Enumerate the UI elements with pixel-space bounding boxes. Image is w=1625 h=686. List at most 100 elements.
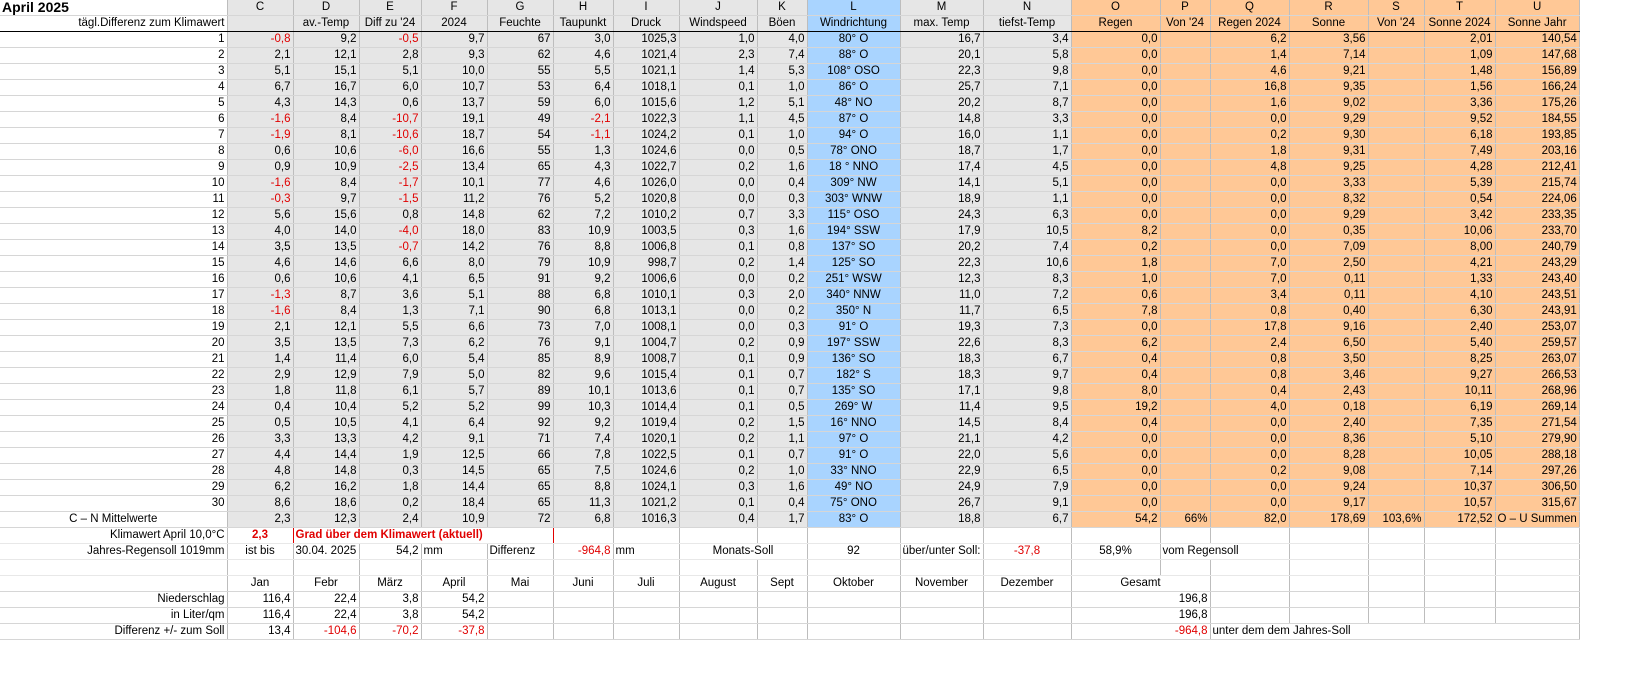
data-cell[interactable]: 1,5 — [757, 415, 808, 432]
data-cell[interactable]: 1004,7 — [613, 335, 680, 352]
mean-value[interactable]: 82,0 — [1210, 511, 1290, 528]
data-cell[interactable]: 91° O — [807, 319, 901, 336]
data-cell[interactable]: 1003,5 — [613, 223, 680, 240]
data-cell[interactable]: 16,6 — [421, 143, 488, 160]
empty-cell[interactable] — [1495, 527, 1580, 544]
regen-bis[interactable]: ist bis — [227, 543, 294, 560]
empty-cell[interactable] — [613, 527, 680, 544]
data-cell[interactable]: 2,8 — [359, 47, 422, 64]
day-number[interactable]: 7 — [0, 127, 228, 144]
liter-label[interactable]: in Liter/qm — [0, 607, 228, 624]
data-cell[interactable] — [1160, 271, 1211, 288]
data-cell[interactable]: 197° SSW — [807, 335, 901, 352]
empty-cell[interactable] — [613, 623, 680, 640]
data-cell[interactable]: 0,11 — [1289, 271, 1369, 288]
data-cell[interactable]: 11,7 — [900, 303, 984, 320]
data-cell[interactable]: 9,3 — [421, 47, 488, 64]
data-cell[interactable]: 115° OSO — [807, 207, 901, 224]
niederschlag-value[interactable]: 54,2 — [421, 591, 488, 608]
data-cell[interactable]: 14,8 — [421, 207, 488, 224]
data-cell[interactable]: 1019,4 — [613, 415, 680, 432]
data-cell[interactable]: 9,8 — [983, 63, 1072, 80]
column-header[interactable]: Böen — [757, 15, 808, 32]
month-header[interactable]: Juni — [553, 575, 614, 592]
niederschlag-value[interactable]: 22,4 — [293, 591, 360, 608]
month-header[interactable]: April — [421, 575, 488, 592]
data-cell[interactable]: 19,3 — [900, 319, 984, 336]
day-number[interactable]: 4 — [0, 79, 228, 96]
data-cell[interactable]: 6,8 — [553, 303, 614, 320]
data-cell[interactable]: 108° OSO — [807, 63, 901, 80]
data-cell[interactable]: 1,8 — [227, 383, 294, 400]
liter-total[interactable]: 196,8 — [1071, 607, 1211, 624]
data-cell[interactable]: 7,4 — [983, 239, 1072, 256]
data-cell[interactable]: 0,4 — [227, 399, 294, 416]
data-cell[interactable]: 1022,5 — [613, 447, 680, 464]
data-cell[interactable]: 88° O — [807, 47, 901, 64]
data-cell[interactable]: 0,35 — [1289, 223, 1369, 240]
data-cell[interactable]: 0,2 — [679, 335, 758, 352]
data-cell[interactable]: 49 — [487, 111, 554, 128]
data-cell[interactable]: 243,40 — [1495, 271, 1580, 288]
mean-value[interactable]: 172,52 — [1424, 511, 1496, 528]
data-cell[interactable]: 0,7 — [757, 383, 808, 400]
data-cell[interactable]: 16,2 — [293, 479, 360, 496]
empty-cell[interactable] — [983, 527, 1072, 544]
column-letter[interactable]: K — [757, 0, 808, 16]
empty-cell[interactable] — [679, 623, 758, 640]
data-cell[interactable] — [1368, 479, 1425, 496]
data-cell[interactable]: 233,35 — [1495, 207, 1580, 224]
data-cell[interactable]: 7,1 — [421, 303, 488, 320]
data-cell[interactable]: 9,21 — [1289, 63, 1369, 80]
data-cell[interactable]: -1,6 — [227, 303, 294, 320]
data-cell[interactable] — [1368, 191, 1425, 208]
day-number[interactable]: 2 — [0, 47, 228, 64]
monats-value[interactable]: 92 — [807, 543, 901, 560]
empty-cell[interactable] — [227, 559, 294, 576]
data-cell[interactable]: 4,8 — [227, 463, 294, 480]
column-letter[interactable]: D — [293, 0, 360, 16]
data-cell[interactable]: 0,4 — [1210, 383, 1290, 400]
data-cell[interactable]: 6,6 — [359, 255, 422, 272]
data-cell[interactable]: 2,40 — [1424, 319, 1496, 336]
data-cell[interactable]: 1,4 — [679, 63, 758, 80]
column-header[interactable]: 2024 — [421, 15, 488, 32]
data-cell[interactable]: 253,07 — [1495, 319, 1580, 336]
data-cell[interactable] — [1160, 159, 1211, 176]
empty-cell[interactable] — [1210, 575, 1290, 592]
data-cell[interactable]: 0,0 — [1071, 447, 1161, 464]
data-cell[interactable] — [1368, 239, 1425, 256]
data-cell[interactable]: 2,0 — [757, 287, 808, 304]
data-cell[interactable]: 7,09 — [1289, 239, 1369, 256]
data-cell[interactable]: 10,9 — [293, 159, 360, 176]
empty-cell[interactable] — [1289, 543, 1369, 560]
data-cell[interactable]: 224,06 — [1495, 191, 1580, 208]
data-cell[interactable] — [1160, 287, 1211, 304]
data-cell[interactable]: 6,8 — [553, 287, 614, 304]
column-letter[interactable]: U — [1495, 0, 1580, 16]
data-cell[interactable]: 0,2 — [1071, 239, 1161, 256]
data-cell[interactable] — [1160, 79, 1211, 96]
data-cell[interactable]: 340° NNW — [807, 287, 901, 304]
niederschlag-value[interactable]: 3,8 — [359, 591, 422, 608]
data-cell[interactable]: 9,7 — [421, 31, 488, 48]
data-cell[interactable]: 243,51 — [1495, 287, 1580, 304]
data-cell[interactable] — [1160, 31, 1211, 48]
empty-cell[interactable] — [679, 591, 758, 608]
data-cell[interactable]: 5,0 — [421, 367, 488, 384]
data-cell[interactable] — [1368, 431, 1425, 448]
data-cell[interactable]: 10,0 — [421, 63, 488, 80]
data-cell[interactable]: 4,2 — [983, 431, 1072, 448]
data-cell[interactable]: 0,0 — [679, 175, 758, 192]
data-cell[interactable]: 1,1 — [983, 127, 1072, 144]
niederschlag-total[interactable]: 196,8 — [1071, 591, 1211, 608]
data-cell[interactable]: 12,9 — [293, 367, 360, 384]
data-cell[interactable]: 0,3 — [757, 191, 808, 208]
data-cell[interactable]: 1025,3 — [613, 31, 680, 48]
regen-label[interactable]: Jahres-Regensoll 1019mm — [0, 543, 228, 560]
empty-cell[interactable] — [1495, 543, 1580, 560]
data-cell[interactable]: 0,0 — [1071, 79, 1161, 96]
data-cell[interactable]: 0,2 — [757, 271, 808, 288]
data-cell[interactable]: 1,2 — [679, 95, 758, 112]
data-cell[interactable]: 0,5 — [757, 143, 808, 160]
